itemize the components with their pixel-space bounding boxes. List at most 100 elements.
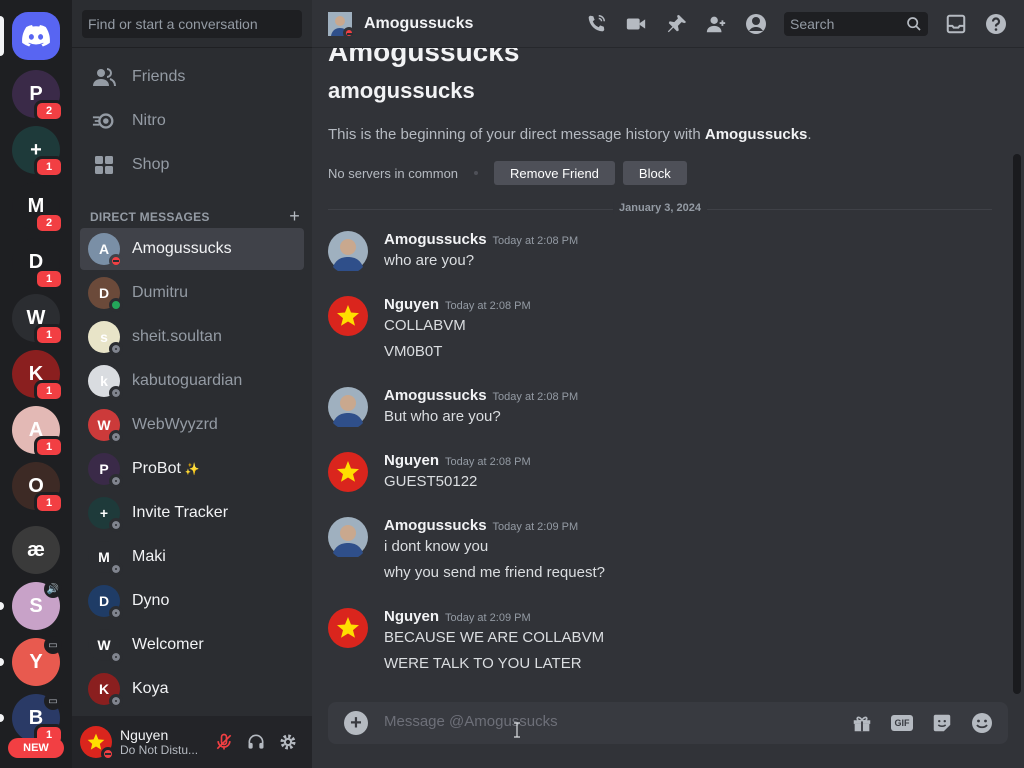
header-search-input[interactable]: Search <box>784 12 928 36</box>
dm-item[interactable]: + Invite Tracker <box>80 492 304 534</box>
status-indicator <box>109 430 123 444</box>
gif-button[interactable]: GIF <box>890 711 914 735</box>
dm-avatar: D <box>88 585 123 620</box>
message-avatar[interactable] <box>328 608 368 648</box>
chat-scrollbar[interactable] <box>1013 154 1021 694</box>
message-text: BECAUSE WE ARE COLLABVM <box>384 629 605 646</box>
dm-welcome-title: Amogussucks <box>328 48 520 67</box>
block-button[interactable]: Block <box>622 161 687 185</box>
star-icon <box>328 452 368 492</box>
message-avatar[interactable] <box>328 231 368 274</box>
dm-avatar-initial: A <box>98 241 110 257</box>
message-text: COLLABVM <box>384 317 466 334</box>
status-indicator <box>109 518 123 532</box>
dm-item[interactable]: P ProBot ✨ <box>80 448 304 490</box>
phone-icon <box>588 15 605 32</box>
dm-item[interactable]: A Amogussucks <box>80 228 304 270</box>
server-icon[interactable]: O1 <box>12 462 64 514</box>
server-icon[interactable]: Y ▭ <box>12 636 62 686</box>
server-initial: S <box>29 594 43 617</box>
server-icon[interactable]: D1 <box>12 238 64 290</box>
message-author[interactable]: Nguyen <box>384 608 439 625</box>
screen-icon: ▭ <box>44 692 62 710</box>
dm-name: kabutoguardian <box>132 372 243 389</box>
dm-avatar-initial: W <box>97 417 111 433</box>
message-author[interactable]: Amogussucks <box>384 387 487 404</box>
status-indicator <box>109 606 123 620</box>
dm-item[interactable]: D Dumitru <box>80 272 304 314</box>
server-icon[interactable]: +1 <box>12 126 64 178</box>
message-text: why you send me friend request? <box>384 564 605 581</box>
server-icon[interactable]: S 🔊 <box>12 580 62 630</box>
find-conversation-input[interactable]: Find or start a conversation <box>82 10 302 38</box>
message-avatar[interactable] <box>328 296 368 336</box>
user-avatar[interactable] <box>80 726 115 761</box>
mic-muted-icon <box>216 733 232 750</box>
status-indicator <box>109 254 123 268</box>
message-author[interactable]: Amogussucks <box>384 231 487 248</box>
server-icon[interactable]: æ <box>12 526 60 574</box>
message-author[interactable]: Amogussucks <box>384 517 487 534</box>
message-text: i dont know you <box>384 538 489 555</box>
sticker-button[interactable] <box>930 711 954 735</box>
pinned-messages-button[interactable] <box>665 12 689 36</box>
gift-button[interactable] <box>850 711 874 735</box>
server-icon[interactable]: A1 <box>12 406 64 458</box>
dm-intro-text: This is the beginning of your direct mes… <box>328 126 812 143</box>
dm-item[interactable]: W WebWyyzrd <box>80 404 304 446</box>
dm-item[interactable]: s sheit.soultan <box>80 316 304 358</box>
dm-item[interactable]: W Welcomer <box>80 624 304 666</box>
voice-call-button[interactable] <box>584 12 608 36</box>
video-camera-icon <box>626 18 646 30</box>
inbox-button[interactable] <box>944 12 968 36</box>
user-info[interactable]: Nguyen Do Not Distu... <box>120 727 206 757</box>
add-friends-to-dm-button[interactable] <box>704 12 728 36</box>
user-profile-button[interactable] <box>744 12 768 36</box>
remove-friend-button[interactable]: Remove Friend <box>494 161 615 185</box>
video-call-button[interactable] <box>624 12 648 36</box>
header-avatar[interactable] <box>328 11 355 39</box>
dm-name: WebWyyzrd <box>132 416 218 433</box>
dm-avatar: s <box>88 321 123 356</box>
message-input[interactable]: Message @Amogussucks <box>384 713 558 730</box>
create-dm-button[interactable]: + <box>289 206 300 227</box>
gif-icon: GIF <box>891 715 913 731</box>
message-body: Amogussucks Today at 2:09 PM i dont know y… <box>384 517 605 583</box>
dm-item[interactable]: M Maki <box>80 536 304 578</box>
settings-button[interactable] <box>276 730 300 754</box>
dm-item[interactable]: D Dyno <box>80 580 304 622</box>
mention-badge: 1 <box>34 268 64 290</box>
server-icon[interactable]: B 1 ▭ <box>12 692 64 746</box>
server-icon[interactable]: K1 <box>12 350 64 402</box>
nav-friends[interactable]: Friends <box>80 56 304 98</box>
mention-badge: 2 <box>34 100 64 122</box>
message-body: Amogussucks Today at 2:08 PM But who are y… <box>384 387 578 427</box>
mute-button[interactable] <box>212 730 236 754</box>
nav-shop[interactable]: Shop <box>80 144 304 186</box>
dm-avatar: + <box>88 497 123 532</box>
message-composer[interactable]: + Message @Amogussucks GIF <box>328 702 1008 744</box>
server-icon[interactable]: P2 <box>12 70 64 122</box>
deafen-button[interactable] <box>244 730 268 754</box>
dm-item[interactable]: K Koya <box>80 668 304 710</box>
dm-item[interactable]: k kabutoguardian <box>80 360 304 402</box>
message-header: Nguyen Today at 2:08 PM <box>384 452 531 470</box>
help-button[interactable] <box>984 12 1008 36</box>
message-avatar[interactable] <box>328 387 368 430</box>
server-icon[interactable]: M2 <box>12 182 64 234</box>
home-button[interactable] <box>12 12 60 60</box>
friends-icon <box>92 65 116 89</box>
status-indicator <box>109 474 123 488</box>
dm-avatar: P <box>88 453 123 488</box>
upload-button[interactable]: + <box>344 711 368 735</box>
dm-name: ProBot <box>132 460 181 477</box>
message-author[interactable]: Nguyen <box>384 296 439 313</box>
emoji-button[interactable] <box>970 711 994 735</box>
server-icon[interactable]: W1 <box>12 294 64 346</box>
new-badge[interactable]: NEW <box>8 738 64 758</box>
message-avatar[interactable] <box>328 517 368 560</box>
message-avatar[interactable] <box>328 452 368 492</box>
message-author[interactable]: Nguyen <box>384 452 439 469</box>
star-icon <box>328 296 368 336</box>
nav-nitro[interactable]: Nitro <box>80 100 304 142</box>
